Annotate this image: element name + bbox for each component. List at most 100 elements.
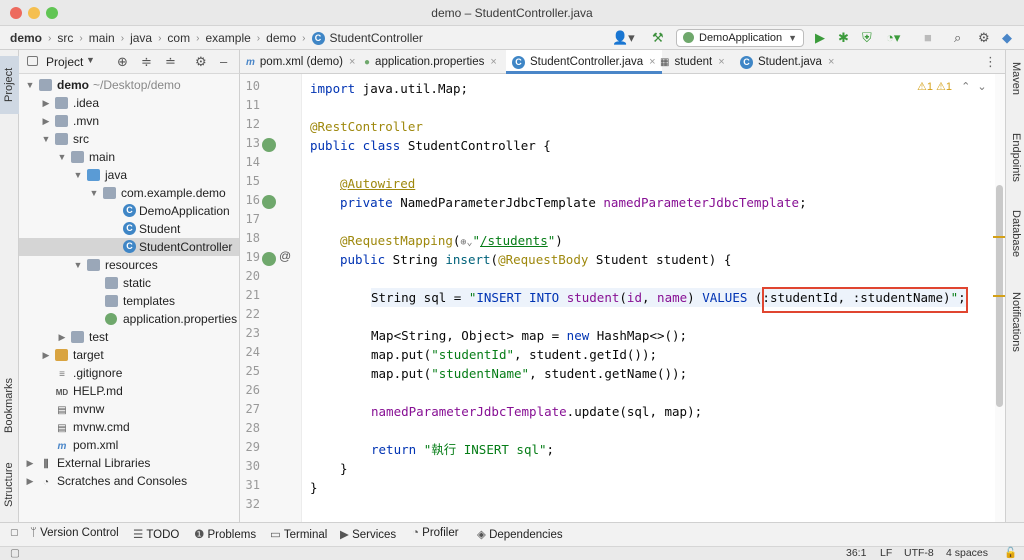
tool-tab-profiler[interactable]: ◔ Profiler	[412, 527, 459, 539]
tree-item-gitignore[interactable]: ≡ .gitignore	[19, 364, 239, 382]
breadcrumb-com[interactable]: com	[167, 31, 190, 45]
breadcrumb-demo[interactable]: demo	[10, 31, 42, 45]
tab-pom-xml[interactable]: m pom.xml (demo) ×	[246, 50, 355, 74]
database-tool-tab[interactable]: Database	[1006, 202, 1024, 266]
tree-item-package[interactable]: ▼ com.example.demo	[19, 184, 239, 202]
close-icon[interactable]: ×	[349, 56, 355, 68]
chevron-right-icon[interactable]: ▶	[41, 94, 51, 112]
chevron-down-icon[interactable]: ▼	[57, 148, 67, 166]
warning-marker[interactable]	[993, 236, 1005, 238]
chevron-right-icon[interactable]: ▶	[25, 472, 35, 490]
stop-icon[interactable]: ■	[924, 30, 932, 46]
spring-endpoint-gutter-icon[interactable]	[262, 252, 276, 266]
tree-item-studentcontroller[interactable]: C StudentController	[19, 238, 239, 256]
chevron-down-icon[interactable]: ▼	[86, 55, 95, 65]
expand-all-icon[interactable]: ≑	[141, 54, 152, 70]
tree-item-resources[interactable]: ▼ resources	[19, 256, 239, 274]
tree-item-demoapplication[interactable]: C DemoApplication	[19, 202, 239, 220]
tree-item-main[interactable]: ▼ main	[19, 148, 239, 166]
toggle-panels-icon[interactable]: ▢	[10, 527, 19, 538]
run-icon[interactable]: ▶	[815, 30, 825, 46]
chevron-up-icon[interactable]: ⌃	[961, 81, 970, 93]
chevron-right-icon[interactable]: ▶	[25, 454, 35, 472]
hide-panel-icon[interactable]: –	[220, 54, 227, 69]
tree-item-java[interactable]: ▼ java	[19, 166, 239, 184]
tree-item-application-properties[interactable]: application.properties	[19, 310, 239, 328]
tree-item-demo[interactable]: ▼ demo ~/Desktop/demo	[19, 76, 239, 94]
chevron-right-icon[interactable]: ▶	[41, 112, 51, 130]
breadcrumb-studentcontroller[interactable]: StudentController	[330, 31, 423, 45]
tree-item-mvnw-cmd[interactable]: ▤ mvnw.cmd	[19, 418, 239, 436]
coverage-icon[interactable]: ⛨	[862, 30, 872, 46]
globe-icon[interactable]: ⊕⌄	[460, 237, 472, 248]
chevron-down-icon[interactable]: ▼	[89, 184, 99, 202]
web-endpoint-icon[interactable]: @	[279, 249, 291, 263]
chevron-down-icon[interactable]: ⌄	[977, 81, 986, 93]
profile-icon[interactable]: ◔▾	[886, 30, 900, 46]
chevron-down-icon[interactable]: ▼	[25, 76, 35, 94]
tree-item-student[interactable]: C Student	[19, 220, 239, 238]
structure-tool-tab[interactable]: Structure	[0, 454, 19, 516]
tree-item-src[interactable]: ▼ src	[19, 130, 239, 148]
tab-student-table[interactable]: ▦ student ×	[660, 50, 725, 74]
notifications-tool-tab[interactable]: Notifications	[1006, 276, 1024, 368]
tool-tab-terminal[interactable]: ▭ Terminal	[270, 527, 327, 541]
chevron-right-icon[interactable]: ▶	[57, 328, 67, 346]
collapse-all-icon[interactable]: ≐	[165, 54, 176, 70]
tree-item-scratches[interactable]: ▶ ◔ Scratches and Consoles	[19, 472, 239, 490]
line-separator[interactable]: LF	[880, 547, 892, 560]
spring-bean-gutter-icon[interactable]	[262, 138, 276, 152]
chevron-down-icon[interactable]: ▼	[73, 256, 83, 274]
url-path[interactable]: /students	[480, 233, 548, 248]
lock-icon[interactable]: 🔓	[1004, 547, 1017, 560]
tab-studentcontroller[interactable]: C StudentController.java ×	[506, 50, 662, 74]
close-icon[interactable]: ×	[490, 56, 496, 68]
gear-icon[interactable]: ⚙	[195, 54, 207, 70]
close-icon[interactable]: ×	[828, 56, 834, 68]
warning-marker[interactable]	[993, 295, 1005, 297]
tool-tab-dependencies[interactable]: ◈ Dependencies	[477, 527, 563, 541]
user-icon[interactable]: 👤▾	[612, 30, 635, 46]
tree-item-idea[interactable]: ▶ .idea	[19, 94, 239, 112]
tree-item-external-libraries[interactable]: ▶ ⫼ External Libraries	[19, 454, 239, 472]
chevron-down-icon[interactable]: ▼	[73, 166, 83, 184]
project-tool-tab[interactable]: Project	[0, 56, 19, 114]
tool-tab-services[interactable]: ▶ Services	[340, 527, 396, 541]
locate-file-icon[interactable]: ⊕	[117, 54, 128, 70]
tree-item-static[interactable]: static	[19, 274, 239, 292]
more-options-icon[interactable]: ⋮	[984, 54, 997, 70]
chevron-down-icon[interactable]: ▼	[41, 130, 51, 148]
tree-item-mvn[interactable]: ▶ .mvn	[19, 112, 239, 130]
close-icon[interactable]: ×	[718, 56, 724, 68]
file-encoding[interactable]: UTF-8	[904, 547, 934, 560]
chevron-right-icon[interactable]: ▶	[41, 346, 51, 364]
tab-student-java[interactable]: C Student.java ×	[740, 50, 834, 74]
tool-tab-problems[interactable]: ❶ Problems	[194, 527, 256, 541]
breadcrumb-src[interactable]: src	[57, 31, 73, 45]
tree-item-mvnw[interactable]: ▤ mvnw	[19, 400, 239, 418]
jetbrains-logo-icon[interactable]: ◆	[1002, 30, 1012, 46]
tree-item-help-md[interactable]: MD HELP.md	[19, 382, 239, 400]
breadcrumb-main[interactable]: main	[89, 31, 115, 45]
build-hammer-icon[interactable]: ⚒	[652, 30, 664, 46]
tool-tab-version-control[interactable]: ᛘ Version Control	[30, 527, 119, 539]
project-view-select[interactable]: Project	[46, 55, 83, 69]
tree-item-test[interactable]: ▶ test	[19, 328, 239, 346]
breadcrumb-demo-package[interactable]: demo	[266, 31, 296, 45]
gear-icon[interactable]: ⚙	[978, 30, 990, 46]
spring-autowired-gutter-icon[interactable]	[262, 195, 276, 209]
inspection-warnings[interactable]: ⚠1 ⚠1 ⌃ ⌄	[917, 80, 987, 93]
tree-item-target[interactable]: ▶ target	[19, 346, 239, 364]
breadcrumb-example[interactable]: example	[205, 31, 250, 45]
run-configuration-select[interactable]: DemoApplication ▼	[676, 29, 804, 47]
tree-item-templates[interactable]: templates	[19, 292, 239, 310]
tab-application-properties[interactable]: ● application.properties ×	[364, 50, 497, 74]
bookmarks-tool-tab[interactable]: Bookmarks	[0, 368, 19, 442]
close-icon[interactable]: ×	[649, 56, 655, 68]
caret-position[interactable]: 36:1	[846, 547, 866, 560]
window-icon[interactable]: ▢	[10, 547, 20, 560]
search-icon[interactable]: ⌕	[954, 30, 961, 46]
endpoints-tool-tab[interactable]: Endpoints	[1006, 120, 1024, 194]
tool-tab-todo[interactable]: ☰ TODO	[133, 527, 179, 541]
maven-tool-tab[interactable]: Maven	[1006, 56, 1024, 102]
